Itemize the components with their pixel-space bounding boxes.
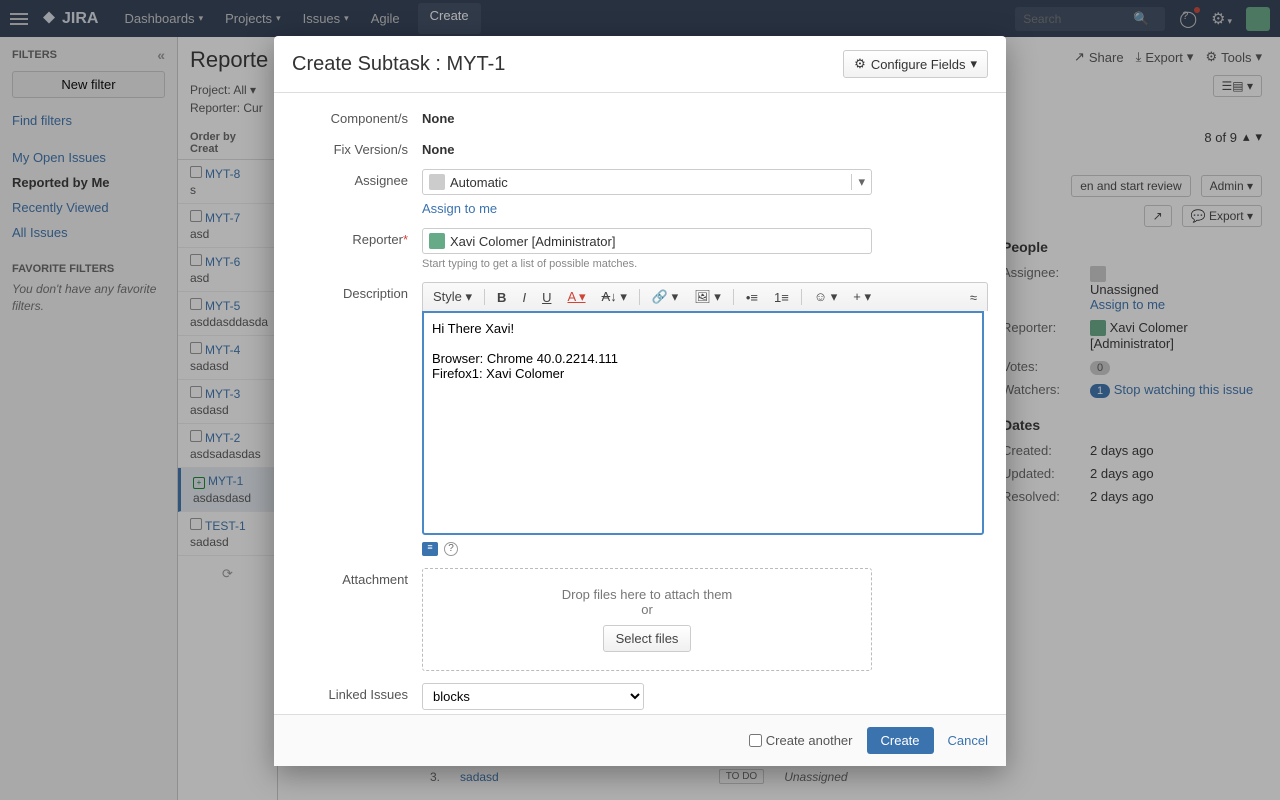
select-files-button[interactable]: Select files xyxy=(603,625,692,652)
number-list-icon[interactable]: 1≡ xyxy=(770,288,793,307)
user-icon xyxy=(429,233,445,249)
collapse-toolbar-icon[interactable]: ≈ xyxy=(966,288,981,307)
gear-icon: ⚙ xyxy=(854,56,866,72)
configure-fields-button[interactable]: ⚙Configure Fields▾ xyxy=(843,50,988,78)
chevron-down-icon[interactable]: ▾ xyxy=(851,174,865,190)
style-dropdown[interactable]: Style ▾ xyxy=(429,287,476,307)
editor-toolbar: Style ▾ B I U A ▾ A↓ ▾ 🔗 ▾ 🖼 ▾ •≡ 1≡ ☺ ▾… xyxy=(422,282,988,311)
description-textarea[interactable] xyxy=(422,311,984,535)
more-format-icon[interactable]: A↓ ▾ xyxy=(598,287,631,307)
modal-title: Create Subtask : MYT-1 xyxy=(292,53,505,76)
text-color-icon[interactable]: A ▾ xyxy=(563,287,589,307)
create-subtask-modal: Create Subtask : MYT-1 ⚙Configure Fields… xyxy=(274,36,1006,766)
fixversion-value: None xyxy=(422,138,988,157)
help-icon[interactable]: ? xyxy=(444,542,458,556)
attachment-dropzone[interactable]: Drop files here to attach them or Select… xyxy=(422,568,872,671)
bold-icon[interactable]: B xyxy=(493,288,510,307)
user-icon xyxy=(429,174,445,190)
link-icon[interactable]: 🔗 ▾ xyxy=(648,287,682,307)
image-icon[interactable]: 🖼 ▾ xyxy=(690,287,725,307)
create-another-checkbox[interactable]: Create another xyxy=(749,733,853,748)
wiki-mode-icon[interactable]: ≡ xyxy=(422,542,438,556)
plus-icon[interactable]: + ▾ xyxy=(849,287,875,307)
italic-icon[interactable]: I xyxy=(518,288,530,307)
assign-me-link[interactable]: Assign to me xyxy=(422,201,988,216)
components-value: None xyxy=(422,107,988,126)
modal-overlay: Create Subtask : MYT-1 ⚙Configure Fields… xyxy=(0,0,1280,800)
link-type-select[interactable]: blocks xyxy=(422,683,644,710)
reporter-hint: Start typing to get a list of possible m… xyxy=(422,258,988,270)
cancel-button[interactable]: Cancel xyxy=(948,733,988,748)
emoji-icon[interactable]: ☺ ▾ xyxy=(810,287,841,307)
reporter-input[interactable]: Xavi Colomer [Administrator] xyxy=(422,228,872,254)
create-button[interactable]: Create xyxy=(867,727,934,754)
bullet-list-icon[interactable]: •≡ xyxy=(742,288,762,307)
assignee-select[interactable]: Automatic▾ xyxy=(422,169,872,195)
underline-icon[interactable]: U xyxy=(538,288,555,307)
